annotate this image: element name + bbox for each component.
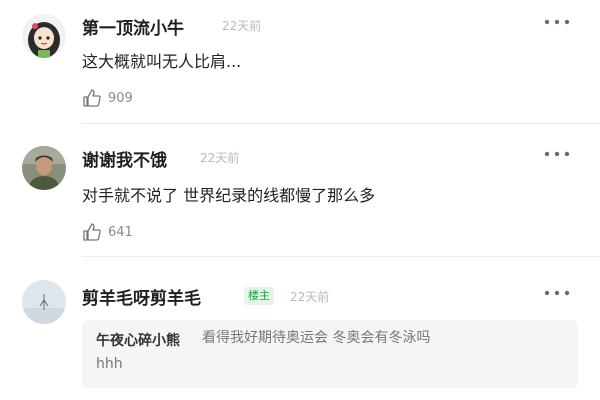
username[interactable]: 剪羊毛呀剪羊毛 bbox=[82, 284, 201, 309]
more-dots-icon[interactable] bbox=[544, 151, 570, 165]
username[interactable]: 第一顶流小牛 bbox=[82, 14, 184, 39]
thumbs-up-icon bbox=[83, 223, 101, 241]
avatar[interactable] bbox=[22, 14, 66, 58]
reply-text-continued: hhh bbox=[96, 356, 123, 372]
reply-username[interactable]: 午夜心碎小熊 bbox=[96, 330, 180, 350]
like-count: 641 bbox=[108, 224, 133, 240]
comment-item: 剪羊毛呀剪羊毛 楼主 22天前 午夜心碎小熊 看得我好期待奥运会 冬奥会有冬泳吗… bbox=[0, 264, 600, 400]
thumbs-up-icon bbox=[83, 89, 101, 107]
author-badge: 楼主 bbox=[244, 287, 274, 305]
avatar[interactable] bbox=[22, 280, 66, 324]
reply-preview[interactable]: 午夜心碎小熊 看得我好期待奥运会 冬奥会有冬泳吗 hhh bbox=[82, 320, 578, 388]
landscape-avatar-icon bbox=[22, 280, 66, 324]
comment-time: 22天前 bbox=[200, 151, 240, 165]
username[interactable]: 谢谢我不饿 bbox=[82, 146, 167, 171]
comment-item: 第一顶流小牛 22天前 这大概就叫无人比肩... 909 bbox=[0, 0, 600, 124]
divider bbox=[82, 256, 600, 257]
more-dots-icon[interactable] bbox=[544, 19, 570, 33]
like-count: 909 bbox=[108, 90, 133, 106]
photo-person-avatar-icon bbox=[22, 146, 66, 190]
divider bbox=[82, 123, 600, 124]
avatar[interactable] bbox=[22, 146, 66, 190]
comment-time: 22天前 bbox=[222, 19, 262, 33]
like-button[interactable]: 909 bbox=[82, 86, 133, 110]
more-dots-icon[interactable] bbox=[544, 290, 570, 304]
like-button[interactable]: 641 bbox=[82, 220, 133, 244]
comment-item: 谢谢我不饿 22天前 对手就不说了 世界纪录的线都慢了那么多 641 bbox=[0, 132, 600, 256]
comment-text: 这大概就叫无人比肩... bbox=[82, 52, 242, 71]
comment-text: 对手就不说了 世界纪录的线都慢了那么多 bbox=[82, 186, 376, 205]
comment-time: 22天前 bbox=[290, 290, 330, 304]
reply-text: 看得我好期待奥运会 冬奥会有冬泳吗 bbox=[202, 330, 431, 346]
cartoon-girl-avatar-icon bbox=[22, 14, 66, 58]
